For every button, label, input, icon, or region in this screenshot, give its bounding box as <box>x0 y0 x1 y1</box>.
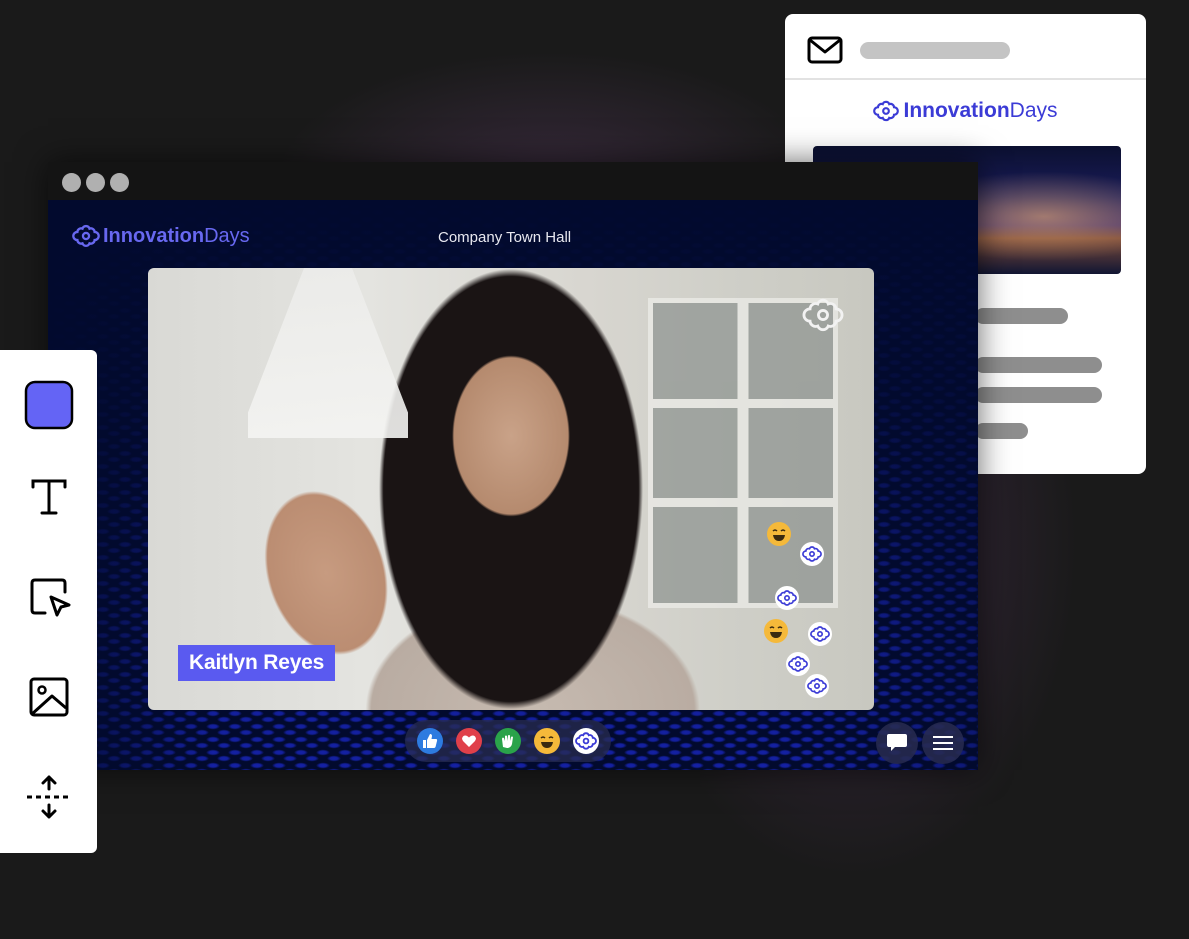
text-icon <box>31 479 67 515</box>
email-text-line <box>975 308 1068 324</box>
text-tool[interactable] <box>24 472 74 522</box>
floating-flower-reaction <box>808 622 832 646</box>
vertical-resize-icon <box>27 775 71 819</box>
floating-flower-reaction <box>805 674 829 698</box>
love-reaction-button[interactable] <box>456 728 483 754</box>
flower-logo-icon <box>574 732 597 750</box>
clapping-hands-icon <box>501 735 513 748</box>
floating-smile-reaction <box>763 618 789 644</box>
chat-button[interactable] <box>876 722 918 764</box>
grinning-face-icon <box>534 728 560 754</box>
shape-tool[interactable] <box>24 380 74 430</box>
email-header <box>785 14 1146 80</box>
floating-flower-reaction <box>775 586 799 610</box>
brand-reaction-button[interactable] <box>572 728 599 754</box>
editor-toolbar <box>0 350 97 853</box>
window-dot[interactable] <box>62 173 81 192</box>
brand-name-bold: Innovation <box>903 99 1010 122</box>
floating-flower-reaction <box>800 542 824 566</box>
spacing-tool[interactable] <box>24 772 74 822</box>
chat-bubble-icon <box>887 734 907 751</box>
square-shape-icon <box>24 380 74 430</box>
speaker-video: Kaitlyn Reyes <box>148 268 874 710</box>
email-subject-placeholder <box>860 42 1010 59</box>
mail-icon <box>807 36 843 64</box>
heart-icon <box>462 735 477 747</box>
select-cursor-icon <box>30 578 71 617</box>
email-text-line <box>975 387 1102 403</box>
window-dot[interactable] <box>110 173 129 192</box>
email-text-line <box>975 357 1102 373</box>
event-stage: InnovationDays Company Town Hall Kaitlyn… <box>48 200 978 770</box>
email-text-line <box>975 423 1028 439</box>
event-title: Company Town Hall <box>438 229 572 246</box>
reaction-bar <box>405 720 611 762</box>
select-tool[interactable] <box>24 572 74 622</box>
stage-brand-logo: InnovationDays <box>72 222 250 250</box>
clap-reaction-button[interactable] <box>494 728 521 754</box>
image-tool[interactable] <box>24 672 74 722</box>
brand-name-light: Days <box>1009 99 1058 122</box>
flower-logo-icon <box>873 100 900 122</box>
floating-flower-reaction <box>786 652 810 676</box>
like-reaction-button[interactable] <box>417 728 444 754</box>
brand-name-light: Days <box>204 224 250 247</box>
thumbs-up-icon <box>423 734 438 748</box>
menu-button[interactable] <box>922 722 964 764</box>
email-brand-logo: InnovationDays <box>785 98 1146 124</box>
hamburger-menu-icon <box>933 736 953 750</box>
window-dot[interactable] <box>86 173 105 192</box>
flower-logo-icon <box>72 224 100 247</box>
speaker-name-tag: Kaitlyn Reyes <box>178 645 336 681</box>
image-icon <box>29 677 69 717</box>
event-window: InnovationDays Company Town Hall Kaitlyn… <box>48 162 978 770</box>
window-controls <box>62 173 129 192</box>
brand-name-bold: Innovation <box>103 224 205 247</box>
floating-smile-reaction <box>766 521 792 547</box>
flower-logo-icon <box>802 298 844 331</box>
smile-reaction-button[interactable] <box>533 728 560 754</box>
